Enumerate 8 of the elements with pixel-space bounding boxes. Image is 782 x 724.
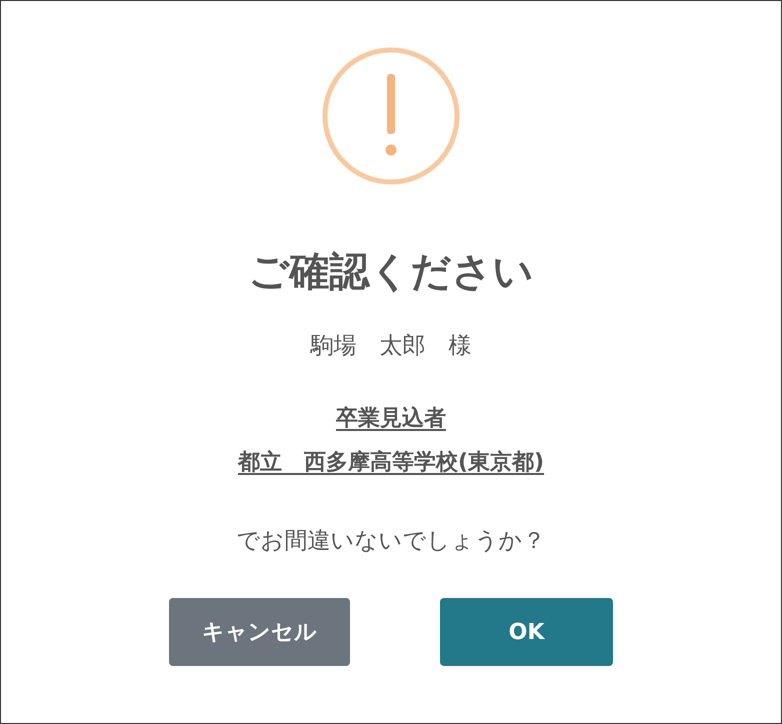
underlined-text: 卒業見込者 — [336, 405, 446, 433]
underlined-text: 都立 西多摩高等学校(東京都) — [238, 448, 544, 477]
cancel-button[interactable]: キャンセル — [169, 598, 350, 666]
question-text: でお間違いないでしょうか？ — [236, 527, 546, 556]
ok-button[interactable]: OK — [440, 598, 613, 666]
recipient-name: 駒場 太郎 様 — [310, 332, 472, 361]
warning-icon — [321, 46, 461, 186]
dialog-title: ご確認ください — [248, 248, 534, 296]
